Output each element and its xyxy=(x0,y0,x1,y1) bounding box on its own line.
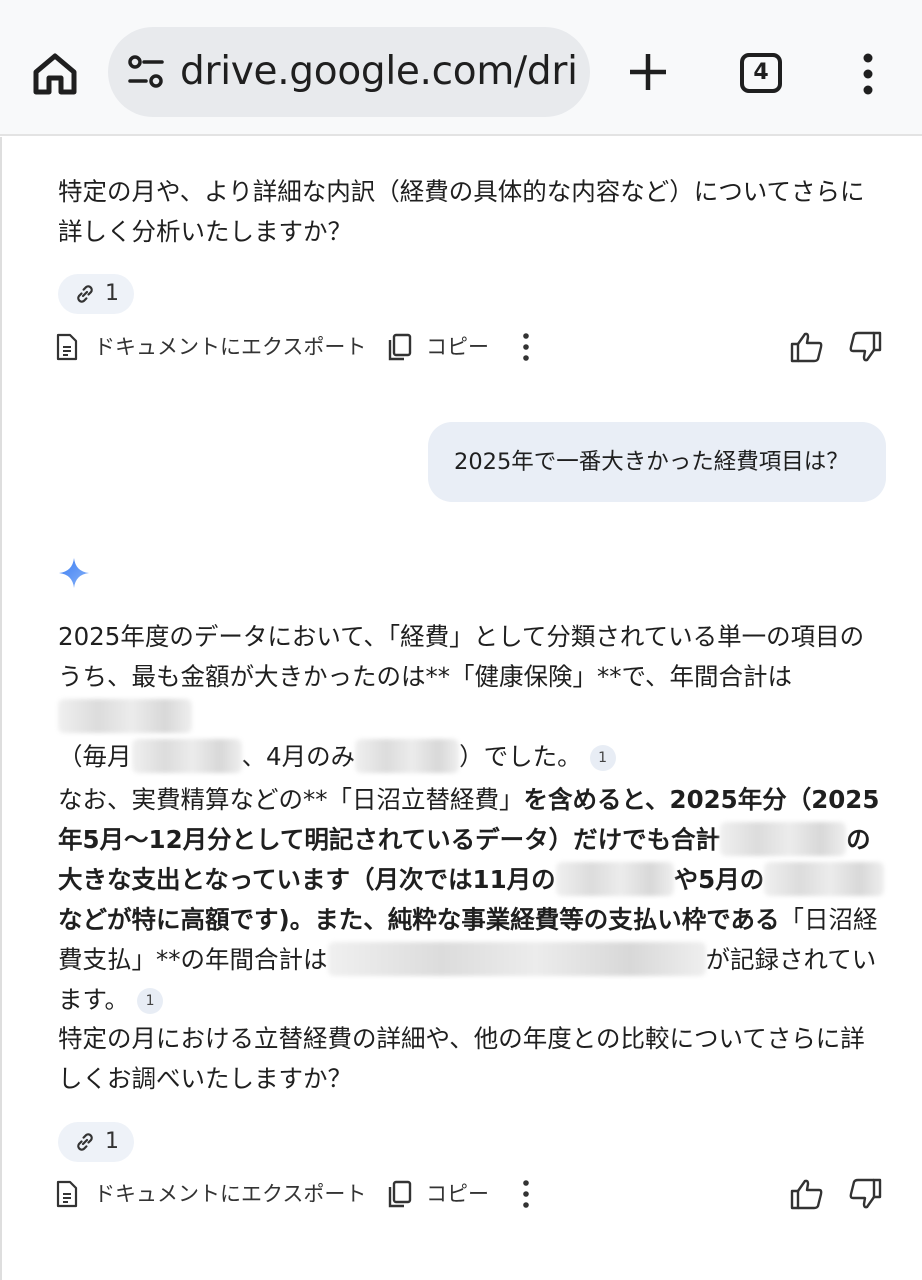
thumbs-down-button[interactable] xyxy=(848,325,882,369)
export-label: ドキュメントにエクスポート xyxy=(94,1182,367,1206)
document-icon xyxy=(56,333,78,361)
thumbs-up-button[interactable] xyxy=(790,325,824,369)
export-to-docs-button[interactable]: ドキュメントにエクスポート xyxy=(56,325,366,369)
redacted-amount xyxy=(555,862,674,896)
new-tab-plus-icon[interactable] xyxy=(626,50,670,94)
more-options-button[interactable] xyxy=(516,325,536,369)
copy-button[interactable]: コピー xyxy=(386,1172,490,1216)
more-vert-icon xyxy=(523,1180,529,1208)
gemini-sparkle-icon xyxy=(58,557,90,589)
sources-chip[interactable]: 1 xyxy=(58,274,134,314)
document-icon xyxy=(56,1180,78,1208)
address-bar[interactable]: drive.google.com/drive xyxy=(108,27,590,117)
response-paragraph-2: なお、実費精算などの**「日沼立替経費」を含めると、2025年分（2025年5月… xyxy=(58,780,888,1020)
more-options-button[interactable] xyxy=(516,1172,536,1216)
sources-count: 1 xyxy=(105,281,119,306)
thumbs-up-icon xyxy=(790,332,823,363)
browser-toolbar: drive.google.com/drive 4 xyxy=(0,0,922,136)
sources-count: 1 xyxy=(105,1129,119,1154)
home-icon[interactable] xyxy=(28,46,82,100)
thumbs-up-button[interactable] xyxy=(790,1172,824,1216)
response-text: ）でした。 xyxy=(459,742,582,771)
sources-chip[interactable]: 1 xyxy=(58,1122,134,1162)
tab-switcher-icon[interactable]: 4 xyxy=(740,53,782,93)
message-actions: ドキュメントにエクスポート コピー xyxy=(0,1172,922,1216)
more-vert-icon xyxy=(523,333,529,361)
export-to-docs-button[interactable]: ドキュメントにエクスポート xyxy=(56,1172,366,1216)
copy-label: コピー xyxy=(426,1182,489,1206)
copy-button[interactable]: コピー xyxy=(386,325,490,369)
site-settings-icon[interactable] xyxy=(126,54,166,90)
thumbs-down-icon xyxy=(849,1178,882,1209)
response-paragraph-1: 2025年度のデータにおいて、「経費」として分類されている単一の項目のうち、最も… xyxy=(58,617,888,777)
response-text: 2025年度のデータにおいて、「経費」として分類されている単一の項目のうち、最も… xyxy=(58,622,865,691)
more-vert-icon[interactable] xyxy=(856,52,880,96)
citation-badge[interactable]: 1 xyxy=(137,988,164,1014)
link-icon xyxy=(77,285,93,303)
citation-badge[interactable]: 1 xyxy=(589,745,616,771)
redacted-amount xyxy=(131,739,242,773)
redacted-amount xyxy=(327,942,706,976)
user-message-bubble: 2025年で一番大きかった経費項目は？ xyxy=(428,422,886,502)
redacted-amount xyxy=(764,862,885,896)
thumbs-down-icon xyxy=(849,331,882,362)
url-text[interactable]: drive.google.com/drive xyxy=(180,47,575,97)
copy-icon xyxy=(388,333,412,361)
left-divider xyxy=(0,137,2,1280)
response-text-bold: や5月の xyxy=(673,865,765,894)
response-text-bold: などが特に高額です)。また、純粋な事業経費等の支払い枠である xyxy=(58,905,780,934)
redacted-amount xyxy=(355,739,460,773)
redacted-amount xyxy=(720,822,847,856)
copy-label: コピー xyxy=(426,335,489,359)
link-icon xyxy=(77,1133,93,1151)
redacted-amount xyxy=(58,699,192,733)
response-paragraph-3: 特定の月における立替経費の詳細や、他の年度との比較についてさらに詳しくお調べいた… xyxy=(58,1024,865,1093)
copy-icon xyxy=(388,1180,412,1208)
response-text: なお、実費精算などの**「日沼立替経費」 xyxy=(58,785,524,814)
ai-message-text: 特定の月や、より詳細な内訳（経費の具体的な内容など）についてさらに詳しく分析いた… xyxy=(58,177,865,246)
thumbs-down-button[interactable] xyxy=(848,1172,882,1216)
response-text: 、4月のみ xyxy=(241,742,356,771)
response-text: （毎月 xyxy=(58,742,132,771)
thumbs-up-icon xyxy=(790,1179,823,1210)
message-actions: ドキュメントにエクスポート コピー xyxy=(0,325,922,369)
export-label: ドキュメントにエクスポート xyxy=(94,335,367,359)
